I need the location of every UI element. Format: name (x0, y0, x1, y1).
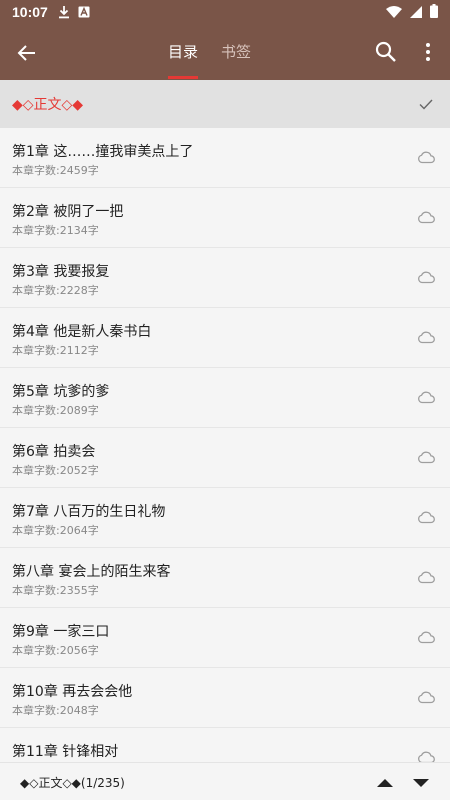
scroll-up-button[interactable] (376, 775, 394, 789)
chapter-title: 第4章 他是新人秦书白 (12, 324, 152, 340)
chapter-item[interactable]: 第1章 这……撞我审美点上了 本章字数:2459字 (0, 128, 450, 188)
chapter-list: 第1章 这……撞我审美点上了 本章字数:2459字 第2章 被阴了一把 本章字数… (0, 128, 450, 788)
chapter-title: 第9章 一家三口 (12, 624, 110, 640)
tab-bookmark[interactable]: 书签 (221, 24, 251, 80)
volume-title: ◆◇正文◇◆ (12, 97, 84, 113)
cloud-icon (418, 691, 435, 704)
chapter-word-count: 本章字数:2355字 (12, 584, 99, 597)
status-bar: 10:07 (0, 0, 450, 24)
chapter-word-count: 本章字数:2064字 (12, 524, 99, 537)
chapter-title: 第1章 这……撞我审美点上了 (12, 144, 194, 160)
chapter-item[interactable]: 第2章 被阴了一把 本章字数:2134字 (0, 188, 450, 248)
chapter-item[interactable]: 第5章 坑爹的爹 本章字数:2089字 (0, 368, 450, 428)
more-vertical-icon (426, 43, 430, 61)
triangle-down-icon (413, 779, 429, 787)
cloud-icon (418, 331, 435, 344)
toolbar: 目录 书签 (0, 24, 450, 80)
cloud-icon (418, 451, 435, 464)
cloud-icon (418, 571, 435, 584)
chapter-word-count: 本章字数:2228字 (12, 284, 99, 297)
search-icon (375, 41, 396, 62)
chapter-word-count: 本章字数:2112字 (12, 344, 99, 357)
chapter-title: 第11章 针锋相对 (12, 744, 119, 760)
chapter-word-count: 本章字数:2056字 (12, 644, 99, 657)
download-icon (58, 5, 70, 19)
signal-icon (410, 3, 422, 22)
chapter-word-count: 本章字数:2048字 (12, 704, 99, 717)
check-icon (419, 99, 433, 110)
volume-header[interactable]: ◆◇正文◇◆ (0, 80, 450, 128)
chapter-word-count: 本章字数:2052字 (12, 464, 99, 477)
tab-toc[interactable]: 目录 (168, 24, 198, 80)
cloud-icon (418, 631, 435, 644)
battery-icon (430, 3, 438, 22)
bottom-bar: ◆◇正文◇◆(1/235) (0, 762, 450, 800)
chapter-title: 第八章 宴会上的陌生来客 (12, 564, 171, 580)
chapter-item[interactable]: 第7章 八百万的生日礼物 本章字数:2064字 (0, 488, 450, 548)
cloud-icon (418, 151, 435, 164)
cloud-icon (418, 511, 435, 524)
chapter-item[interactable]: 第3章 我要报复 本章字数:2228字 (0, 248, 450, 308)
chapter-title: 第7章 八百万的生日礼物 (12, 504, 166, 520)
scroll-down-button[interactable] (412, 775, 430, 789)
chapter-item[interactable]: 第八章 宴会上的陌生来客 本章字数:2355字 (0, 548, 450, 608)
back-button[interactable] (14, 40, 40, 66)
active-tab-indicator (168, 76, 198, 79)
chapter-item[interactable]: 第4章 他是新人秦书白 本章字数:2112字 (0, 308, 450, 368)
chapter-title: 第2章 被阴了一把 (12, 204, 124, 220)
search-button[interactable] (374, 40, 398, 64)
cloud-icon (418, 271, 435, 284)
more-button[interactable] (418, 40, 438, 64)
chapter-title: 第6章 拍卖会 (12, 444, 96, 460)
arrow-left-icon (17, 45, 35, 61)
cloud-icon (418, 391, 435, 404)
font-app-icon (78, 6, 90, 18)
chapter-item[interactable]: 第10章 再去会会他 本章字数:2048字 (0, 668, 450, 728)
chapter-title: 第5章 坑爹的爹 (12, 384, 110, 400)
chapter-title: 第10章 再去会会他 (12, 684, 133, 700)
chapter-item[interactable]: 第6章 拍卖会 本章字数:2052字 (0, 428, 450, 488)
triangle-up-icon (377, 779, 393, 787)
cloud-icon (418, 211, 435, 224)
chapter-word-count: 本章字数:2089字 (12, 404, 99, 417)
chapter-word-count: 本章字数:2459字 (12, 164, 99, 177)
chapter-word-count: 本章字数:2134字 (12, 224, 99, 237)
volume-progress: ◆◇正文◇◆(1/235) (20, 776, 125, 790)
chapter-title: 第3章 我要报复 (12, 264, 110, 280)
wifi-icon (386, 3, 402, 22)
chapter-item[interactable]: 第9章 一家三口 本章字数:2056字 (0, 608, 450, 668)
status-time: 10:07 (12, 4, 48, 20)
